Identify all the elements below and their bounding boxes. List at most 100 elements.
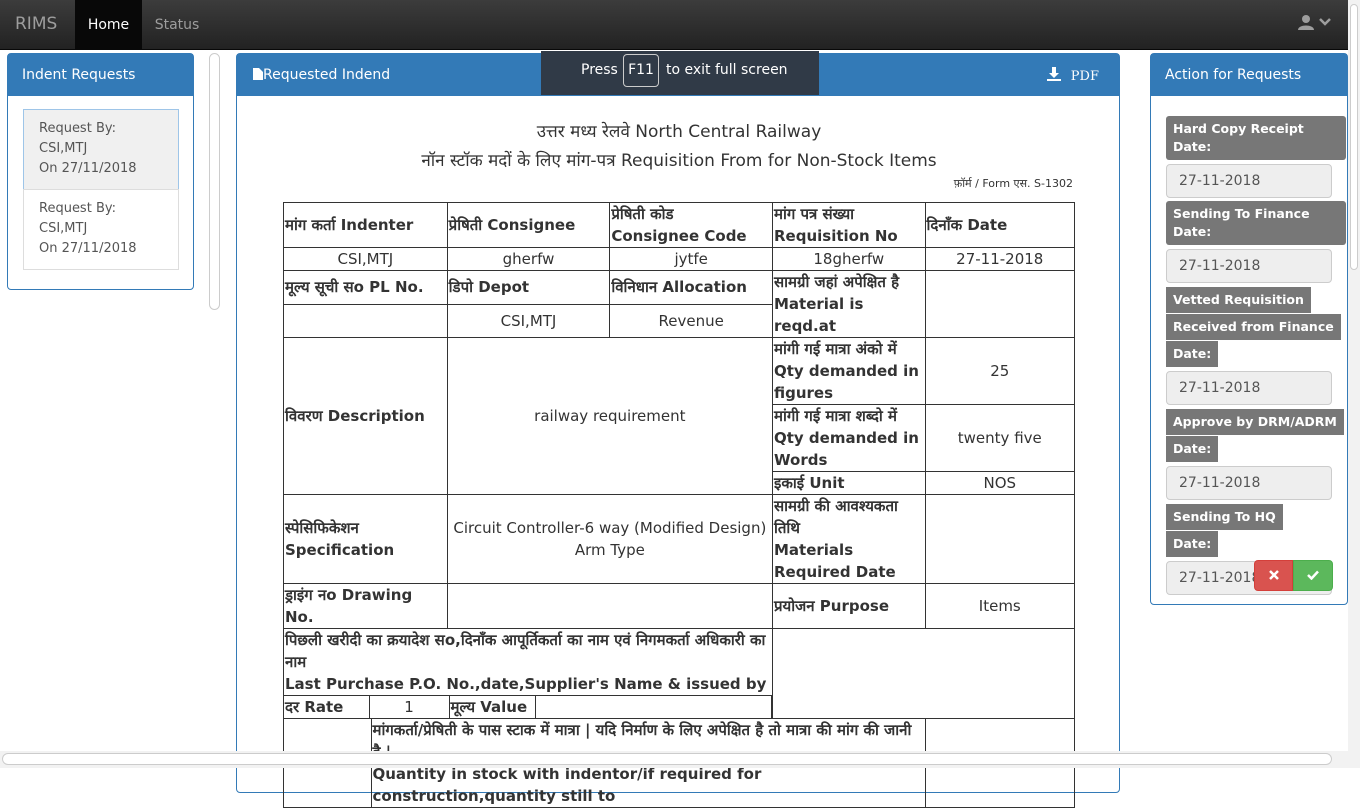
indent-requests-title: Indent Requests xyxy=(8,54,193,96)
value-requisition-no: 18gherfw xyxy=(772,247,926,271)
hard-copy-label: Hard Copy Receipt Date: xyxy=(1166,116,1346,160)
header-pl-no: मूल्य सूची सo PL No. xyxy=(283,270,448,305)
brand-logo[interactable]: RIMS xyxy=(15,14,57,34)
form-title-line2: नॉन स्टॉक मदों के लिए मांग-पत्र Requisit… xyxy=(421,151,937,171)
header-consignee-code: प्रेषिती कोड Consignee Code xyxy=(609,202,773,248)
toast-exit-text: to exit full screen xyxy=(666,62,788,78)
value-allocation: Revenue xyxy=(609,303,773,338)
rate-value-table: दर Rate 1 मूल्य Value xyxy=(284,695,772,718)
value-description: railway requirement xyxy=(446,337,774,495)
request-date: On 27/11/2018 xyxy=(39,161,137,176)
header-purpose: प्रयोजन Purpose xyxy=(772,583,926,629)
header-material-reqd-at: सामग्री जहां अपेक्षित है Material is reqd… xyxy=(772,270,926,338)
close-icon xyxy=(1268,570,1279,580)
approve-label-line2: Date: xyxy=(1166,436,1219,462)
top-navbar: RIMS Home Status xyxy=(0,0,1360,50)
value-purpose: Items xyxy=(924,583,1076,629)
request-list: Request By: CSI,MTJ On 27/11/2018 Reques… xyxy=(23,109,179,270)
header-last-purchase: पिछली खरीदी का क्रयादेश सo,दिनाँक आपूर्त… xyxy=(285,631,767,693)
value-qty-words: twenty five xyxy=(924,404,1076,472)
hard-copy-date-field[interactable] xyxy=(1166,164,1332,198)
nav-status[interactable]: Status xyxy=(142,0,212,50)
form-number: फ़ॉर्म / Form एस. S-1302 xyxy=(953,177,1073,190)
requested-indent-panel: Requested Indend PDF उत्तर मध्य रेलवे No… xyxy=(236,53,1121,808)
form-title: उत्तर मध्य रेलवे North Central Railway न… xyxy=(237,118,1121,176)
vetted-label-line3: Date: xyxy=(1166,341,1219,367)
toast-press-text: Press xyxy=(581,62,618,78)
chevron-down-icon xyxy=(1318,18,1331,26)
vetted-date-field[interactable] xyxy=(1166,371,1332,405)
vertical-scroll-thumb[interactable] xyxy=(1350,4,1358,270)
indent-requests-panel: Indent Requests Request By: CSI,MTJ On 2… xyxy=(7,53,194,290)
value-date: 27-11-2018 xyxy=(924,247,1076,271)
horizontal-scroll-thumb[interactable] xyxy=(2,753,1332,765)
hq-label-line1: Sending To HQ xyxy=(1166,504,1283,530)
download-icon xyxy=(1046,67,1061,81)
last-purchase-block: पिछली खरीदी का क्रयादेश सo,दिनाँक आपूर्त… xyxy=(283,628,773,719)
header-specification: स्पेसिफिकेशन Specification xyxy=(283,494,448,584)
requested-indent-title: Requested Indend xyxy=(263,67,391,83)
value-drawing-no xyxy=(446,583,774,629)
requisition-table: मांग कर्ता Indenter प्रेषिती Consignee प… xyxy=(283,202,1076,808)
request-by-value: CSI,MTJ xyxy=(39,141,88,156)
header-depot: डिपो Depot xyxy=(446,270,611,305)
toast-key: F11 xyxy=(623,54,659,87)
vertical-scrollbar[interactable] xyxy=(1348,0,1360,768)
file-icon xyxy=(253,68,263,80)
value-material-reqd-at xyxy=(924,270,1076,338)
header-drawing-no: ड्राइंग नo Drawing No. xyxy=(283,583,448,629)
value-qty-figures: 25 xyxy=(924,337,1076,405)
pdf-label: PDF xyxy=(1070,69,1099,84)
reject-button[interactable] xyxy=(1254,560,1293,591)
fullscreen-notice: Press F11 to exit full screen xyxy=(541,51,819,95)
header-indenter: मांग कर्ता Indenter xyxy=(283,202,448,248)
action-panel: Action for Requests Hard Copy Receipt Da… xyxy=(1150,53,1348,605)
nav-home[interactable]: Home xyxy=(75,0,142,50)
user-menu[interactable] xyxy=(1298,14,1331,32)
header-unit: इकाई Unit xyxy=(772,471,926,495)
list-item[interactable]: Request By: CSI,MTJ On 27/11/2018 xyxy=(23,189,179,270)
value-materials-required-date xyxy=(924,494,1076,584)
value-indenter: CSI,MTJ xyxy=(283,247,448,271)
form-title-line1: उत्तर मध्य रेलवे North Central Railway xyxy=(536,122,822,142)
header-requisition-no: मांग पत्र संख्या Requisition No xyxy=(772,202,926,248)
request-by-label: Request By: xyxy=(39,201,116,216)
approve-date-field[interactable] xyxy=(1166,466,1332,500)
horizontal-scrollbar[interactable] xyxy=(0,751,1348,768)
header-date: दिनाँक Date xyxy=(924,202,1076,248)
value-consignee: gherfw xyxy=(446,247,611,271)
vetted-label-line1: Vetted Requisition xyxy=(1166,287,1311,313)
finance-label: Sending To Finance Date: xyxy=(1166,201,1346,245)
finance-date-field[interactable] xyxy=(1166,249,1332,283)
hq-label-line2: Date: xyxy=(1166,531,1219,557)
user-icon xyxy=(1298,15,1314,30)
value-specification: Circuit Controller-6 way (Modified Desig… xyxy=(446,494,774,584)
header-value: मूल्य Value xyxy=(448,695,536,718)
header-consignee: प्रेषिती Consignee xyxy=(446,202,611,248)
header-qty-words: मांगी गई मात्रा शब्दो में Qty demanded in… xyxy=(772,404,926,472)
header-qty-figures: मांगी गई मात्रा अंको में Qty demanded in … xyxy=(772,337,926,405)
header-description: विवरण Description xyxy=(283,337,448,495)
list-scrollbar[interactable] xyxy=(209,53,220,310)
value-unit: NOS xyxy=(924,471,1076,495)
request-date: On 27/11/2018 xyxy=(39,241,137,256)
header-materials-required-date: सामग्री की आवश्यकता तिथि Materials Requir… xyxy=(772,494,926,584)
approve-label-line1: Approve by DRM/ADRM xyxy=(1166,409,1344,435)
approve-button[interactable] xyxy=(1293,560,1333,591)
value-value xyxy=(534,695,772,718)
value-depot: CSI,MTJ xyxy=(446,303,611,338)
vetted-label-line2: Received from Finance xyxy=(1166,314,1341,340)
action-form: Hard Copy Receipt Date: Sending To Finan… xyxy=(1166,116,1346,598)
value-rate: 1 xyxy=(368,695,450,718)
value-consignee-code: jytfe xyxy=(609,247,773,271)
request-by-label: Request By: xyxy=(39,121,116,136)
list-item[interactable]: Request By: CSI,MTJ On 27/11/2018 xyxy=(23,109,179,190)
header-allocation: विनिधान Allocation xyxy=(609,270,773,305)
check-icon xyxy=(1307,570,1319,581)
header-rate: दर Rate xyxy=(284,695,370,718)
action-panel-title: Action for Requests xyxy=(1151,54,1347,96)
value-pl-no xyxy=(283,303,448,338)
request-by-value: CSI,MTJ xyxy=(39,221,88,236)
pdf-download-button[interactable]: PDF xyxy=(1046,67,1099,84)
value-last-purchase xyxy=(772,628,1075,719)
